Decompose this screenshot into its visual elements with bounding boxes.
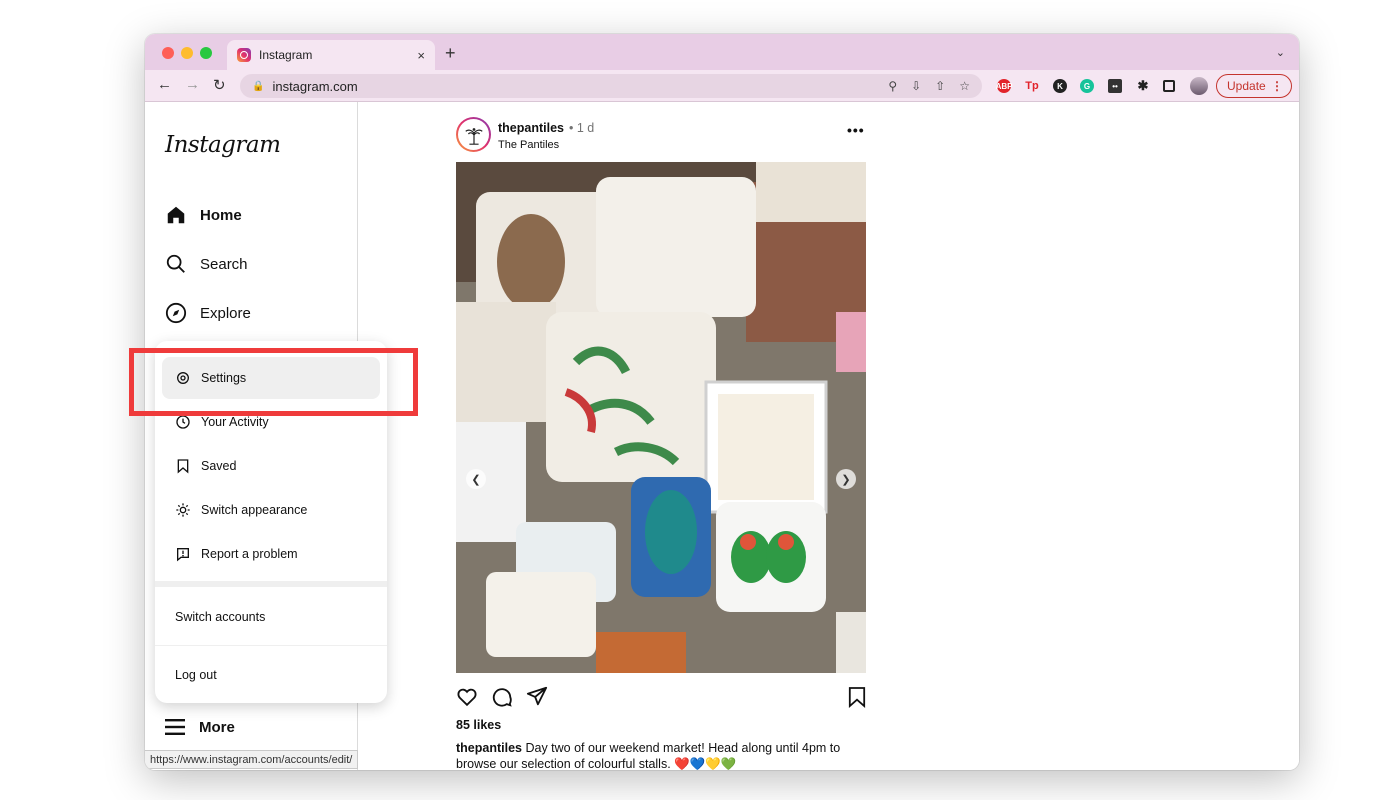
like-heart-icon[interactable] <box>456 686 478 708</box>
post-username[interactable]: thepantiles <box>498 121 564 135</box>
menu-item-label: Switch accounts <box>175 610 266 624</box>
screen-extension-icon[interactable]: •• <box>1108 79 1122 93</box>
menu-item-switch-appearance[interactable]: Switch appearance <box>175 502 307 518</box>
more-label: More <box>199 718 235 736</box>
search-icon <box>166 254 185 273</box>
tab-close-button[interactable]: × <box>417 48 425 63</box>
sidebar: Instagram Home Search Explore More Setti… <box>145 102 387 770</box>
post-caption: thepantiles Day two of our weekend marke… <box>456 740 866 770</box>
menu-item-label: Report a problem <box>201 547 298 561</box>
sidebar-item-label: Home <box>200 206 242 224</box>
tab-title: Instagram <box>259 48 313 62</box>
activity-icon <box>176 415 190 429</box>
menu-item-log-out[interactable]: Log out <box>175 668 217 682</box>
menu-item-switch-accounts[interactable]: Switch accounts <box>175 610 265 624</box>
tp-extension-icon[interactable]: Tp <box>1025 79 1039 93</box>
bookmark-star-icon[interactable]: ☆ <box>959 79 970 93</box>
forward-button[interactable]: → <box>185 76 200 93</box>
update-button[interactable]: Update ⋮ <box>1216 74 1292 98</box>
menu-item-saved[interactable]: Saved <box>175 458 236 474</box>
bookmark-icon <box>177 459 189 474</box>
minimize-window-button[interactable] <box>181 47 193 59</box>
share-send-icon[interactable] <box>526 685 548 707</box>
page-content: Instagram Home Search Explore More Setti… <box>145 102 1299 770</box>
sidebar-item-label: Explore <box>200 304 251 322</box>
maximize-window-button[interactable] <box>200 47 212 59</box>
menu-item-your-activity[interactable]: Your Activity <box>175 414 269 430</box>
extensions-puzzle-icon[interactable]: ✱ <box>1136 78 1150 93</box>
address-bar[interactable]: 🔒 instagram.com ⚲ ⇩ ⇧ ☆ <box>240 74 982 98</box>
menu-dots-icon: ⋮ <box>1271 79 1283 93</box>
sun-icon <box>176 503 190 517</box>
menu-item-label: Your Activity <box>201 415 269 429</box>
post-location[interactable]: The Pantiles <box>498 139 559 151</box>
sidebar-item-more[interactable]: More <box>165 718 235 736</box>
url-text: instagram.com <box>272 78 358 94</box>
comment-icon[interactable] <box>491 686 513 708</box>
hamburger-icon <box>165 719 185 735</box>
menu-separator <box>155 581 387 587</box>
lock-icon: 🔒 <box>252 80 265 92</box>
sidebar-item-label: Search <box>200 255 248 273</box>
tab-instagram[interactable]: Instagram × <box>227 40 435 70</box>
tab-search-chevron-icon[interactable]: ⌄ <box>1276 46 1285 59</box>
browser-toolbar: ← → ↻ 🔒 instagram.com ⚲ ⇩ ⇧ ☆ ABP Tp K G… <box>145 70 1299 102</box>
home-icon <box>167 206 185 224</box>
side-panel-icon[interactable] <box>1163 80 1175 92</box>
carousel-next-button[interactable]: ❯ <box>836 469 856 489</box>
profile-avatar[interactable] <box>1190 77 1208 95</box>
grammarly-extension-icon[interactable]: G <box>1080 79 1094 93</box>
new-tab-button[interactable]: + <box>445 43 456 64</box>
back-button[interactable]: ← <box>157 76 172 93</box>
post-image[interactable]: ❮ ❯ <box>456 162 866 673</box>
update-label: Update <box>1227 79 1266 93</box>
fountain-logo-icon <box>464 127 483 145</box>
menu-item-report-problem[interactable]: Report a problem <box>175 546 298 562</box>
carousel-prev-button[interactable]: ❮ <box>466 469 486 489</box>
post-time[interactable]: • 1 d <box>569 121 594 135</box>
caption-username[interactable]: thepantiles <box>456 741 522 755</box>
reload-button[interactable]: ↻ <box>213 76 226 94</box>
instagram-logo[interactable]: Instagram <box>165 132 281 158</box>
menu-item-label: Switch appearance <box>201 503 308 517</box>
post-options-button[interactable]: ••• <box>847 122 865 138</box>
k-extension-icon[interactable]: K <box>1053 79 1067 93</box>
sidebar-item-home[interactable]: Home <box>165 204 242 226</box>
menu-item-label: Log out <box>175 668 217 682</box>
compass-icon <box>165 302 187 324</box>
instagram-favicon-icon <box>237 48 251 62</box>
likes-count[interactable]: 85 likes <box>456 718 501 732</box>
share-icon[interactable]: ⇧ <box>935 79 945 93</box>
tab-bar: Instagram × + ⌄ <box>145 34 1299 70</box>
status-bar-url: https://www.instagram.com/accounts/edit/ <box>145 750 359 769</box>
close-window-button[interactable] <box>162 47 174 59</box>
settings-highlight-box <box>129 348 418 416</box>
zoom-search-icon[interactable]: ⚲ <box>888 79 897 93</box>
market-photo <box>456 162 866 673</box>
adblock-extension-icon[interactable]: ABP <box>996 79 1012 93</box>
save-bookmark-icon[interactable] <box>848 686 866 708</box>
post-avatar[interactable] <box>456 117 491 152</box>
sidebar-item-search[interactable]: Search <box>165 253 248 275</box>
menu-divider <box>155 645 387 646</box>
install-icon[interactable]: ⇩ <box>911 79 921 93</box>
post-actions <box>456 684 866 710</box>
sidebar-item-explore[interactable]: Explore <box>165 302 251 324</box>
report-icon <box>177 548 189 562</box>
menu-item-label: Saved <box>201 459 237 473</box>
